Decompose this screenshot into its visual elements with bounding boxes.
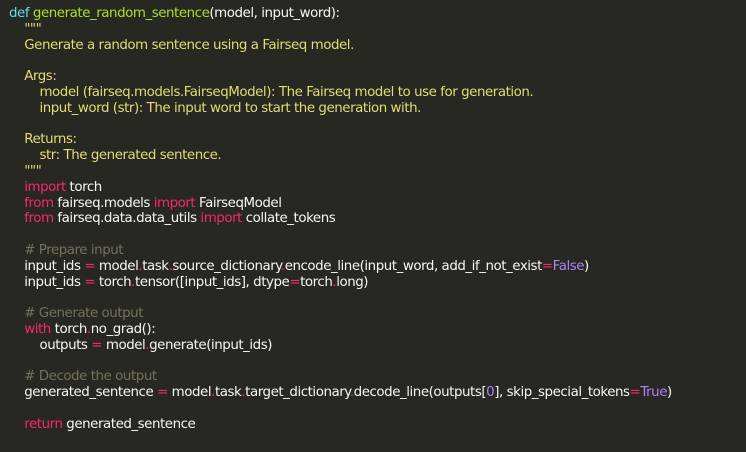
code-token: str: The generated sentence. — [9, 148, 222, 164]
code-token: input_ids — [9, 274, 85, 290]
code-token: fairseq.data.data_utils — [53, 211, 201, 227]
code-line: model (fairseq.models.FairseqModel): The… — [9, 85, 746, 101]
code-line: Args: — [9, 69, 746, 85]
code-token: import — [24, 179, 66, 195]
code-token: target_dictionary — [245, 385, 350, 401]
code-token: model — [167, 385, 212, 401]
code-token: model — [102, 337, 146, 353]
code-token: # Decode the output — [9, 369, 157, 385]
code-editor[interactable]: def generate_random_sentence(model, inpu… — [0, 0, 746, 452]
code-token: source_dictionary — [172, 258, 281, 274]
code-token: task — [142, 258, 169, 274]
code-token: = — [84, 274, 96, 290]
code-line: outputs = model.generate(input_ids) — [9, 338, 746, 354]
code-token: long) — [336, 274, 369, 290]
code-token: Generate a random sentence using a Fairs… — [9, 37, 354, 53]
code-token: model — [95, 258, 139, 274]
code-token: generate_random_sentence — [32, 6, 210, 21]
code-token: torch — [50, 321, 88, 337]
code-line: # Prepare input — [9, 243, 746, 259]
code-token: """ — [9, 163, 42, 179]
code-token: = — [84, 258, 96, 274]
code-line: # Generate output — [9, 306, 746, 322]
code-line: # Decode the output — [9, 369, 746, 385]
code-token: collate_tokens — [241, 211, 336, 227]
code-token: no_grad(): — [90, 321, 156, 337]
code-line: def generate_random_sentence(model, inpu… — [9, 6, 746, 22]
code-token: = — [541, 258, 553, 274]
code-token: generated_sentence — [9, 385, 158, 401]
code-token: task — [214, 385, 242, 401]
code-token: from — [24, 211, 54, 227]
code-line: generated_sentence = model.task.target_d… — [9, 385, 746, 401]
code-token: import — [200, 211, 242, 227]
code-line: Returns: — [9, 132, 746, 148]
code-token: torch — [95, 274, 132, 290]
code-token: input_ids — [9, 258, 85, 274]
code-token: torch — [65, 179, 103, 195]
code-line: return generated_sentence — [9, 417, 746, 433]
code-token: encode_line(input_word, add_if_not_exist — [284, 258, 543, 274]
code-line: input_word (str): The input word to star… — [9, 101, 746, 117]
code-token: = — [157, 385, 168, 401]
code-line: from fairseq.models import FairseqModel — [9, 196, 746, 212]
code-token: fairseq.models — [53, 195, 154, 211]
code-line: Generate a random sentence using a Fairs… — [9, 38, 746, 54]
code-token: generated_sentence — [62, 416, 196, 432]
code-token: (model, input_word): — [209, 6, 340, 21]
code-line: """ — [9, 164, 746, 180]
code-token: ) — [667, 385, 672, 401]
code-line: input_ids = torch.tensor([input_ids], dt… — [9, 275, 746, 291]
code-token: import — [153, 195, 196, 211]
code-token: """ — [9, 21, 42, 37]
code-token: outputs — [9, 337, 92, 353]
code-token: = — [289, 274, 301, 290]
code-line: import torch — [9, 180, 746, 196]
code-token: ) — [584, 258, 589, 274]
code-token: torch — [300, 274, 333, 290]
code-token: = — [91, 337, 103, 353]
code-token: FairseqModel — [195, 195, 282, 211]
code-token: input_word (str): The input word to star… — [9, 100, 421, 116]
code-line: """ — [9, 22, 746, 38]
code-token: False — [552, 258, 585, 274]
code-token: Returns: — [9, 132, 77, 148]
code-token: return — [24, 416, 63, 432]
code-line: from fairseq.data.data_utils import coll… — [9, 211, 746, 227]
code-token: from — [24, 195, 54, 211]
code-token: generate(input_ids) — [149, 337, 273, 353]
code-token: decode_line(outputs[ — [353, 385, 487, 401]
code-line: input_ids = model.task.source_dictionary… — [9, 259, 746, 275]
code-token: model (fairseq.models.FairseqModel): The… — [9, 84, 534, 100]
code-token: tensor([input_ids], dtype — [134, 274, 290, 290]
code-line: with torch.no_grad(): — [9, 322, 746, 338]
code-token: = — [629, 385, 641, 401]
code-token: with — [24, 321, 51, 337]
code-token: ], skip_special_tokens — [494, 385, 630, 401]
code-token: def — [9, 6, 30, 21]
code-line: str: The generated sentence. — [9, 148, 746, 164]
code-token: Args: — [9, 69, 57, 85]
code-token: # Prepare input — [9, 242, 124, 258]
code-token: True — [640, 385, 667, 401]
code-token: # Generate output — [9, 306, 144, 322]
